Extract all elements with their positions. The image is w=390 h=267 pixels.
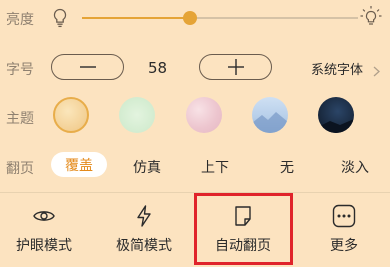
brightness-slider-thumb[interactable]	[182, 11, 197, 25]
eye-protection-label: 护眼模式	[16, 238, 72, 254]
chevron-right-icon[interactable]	[373, 62, 380, 81]
more-dots-icon	[332, 204, 356, 228]
page-turn-simulation[interactable]: 仿真	[133, 157, 161, 177]
bulb-icon	[52, 8, 68, 32]
increase-font-button[interactable]: +	[199, 54, 272, 80]
font-size-label: 字号	[6, 62, 34, 78]
bulb-bright-icon	[359, 5, 383, 33]
theme-swatch-night-sky[interactable]	[318, 97, 354, 133]
brightness-label: 亮度	[6, 12, 34, 28]
brightness-row: 亮度	[0, 0, 390, 38]
theme-label: 主题	[6, 111, 34, 127]
theme-swatch-blue-landscape[interactable]	[252, 97, 288, 133]
eye-protection-button[interactable]: 护眼模式	[2, 198, 86, 264]
font-size-row: 字号 — 58 + 系统字体	[0, 48, 390, 86]
theme-row: 主题	[0, 94, 390, 138]
page-turn-none[interactable]: 无	[280, 157, 294, 177]
eye-icon	[32, 204, 56, 228]
brightness-slider-track[interactable]	[82, 17, 358, 19]
page-turn-row: 翻页 覆盖 仿真 上下 无 淡入	[0, 148, 390, 182]
page-turn-label: 翻页	[6, 161, 34, 177]
more-label: 更多	[330, 238, 358, 254]
font-size-value: 58	[148, 59, 168, 77]
page-turn-fade[interactable]: 淡入	[341, 157, 369, 177]
decrease-font-button[interactable]: —	[51, 54, 124, 80]
system-font-link[interactable]: 系统字体	[311, 59, 363, 78]
theme-swatch-mint-green[interactable]	[119, 97, 155, 133]
page-turn-cover[interactable]: 覆盖	[51, 152, 107, 177]
minimal-mode-label: 极简模式	[116, 238, 172, 254]
lightning-icon	[132, 204, 156, 228]
theme-swatch-pink-watercolor[interactable]	[186, 97, 222, 133]
auto-page-turn-highlight-box	[194, 193, 293, 265]
minimal-mode-button[interactable]: 极简模式	[102, 198, 186, 264]
page-turn-vertical[interactable]: 上下	[201, 157, 229, 177]
brightness-slider-fill	[82, 17, 190, 19]
more-button[interactable]: 更多	[302, 198, 386, 264]
theme-swatch-warm-yellow[interactable]	[53, 97, 89, 133]
